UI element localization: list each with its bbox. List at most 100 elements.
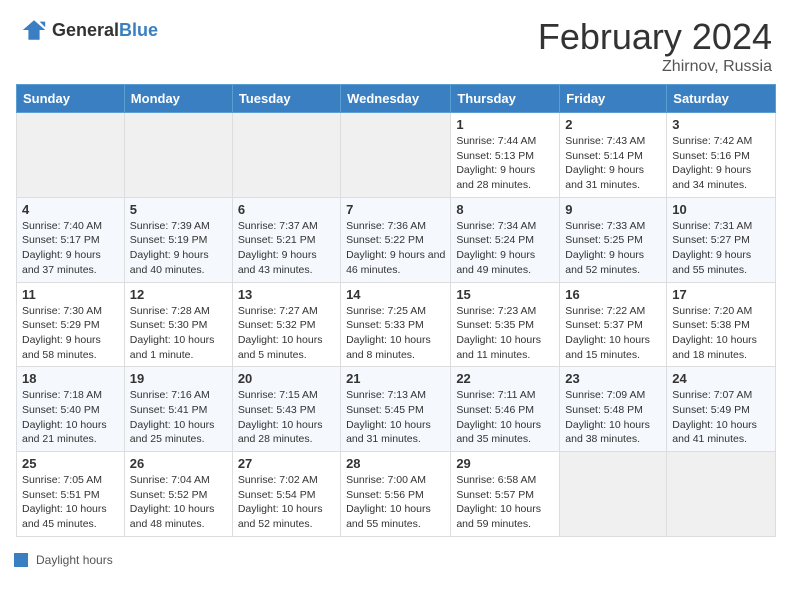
calendar-table: Sunday Monday Tuesday Wednesday Thursday… — [16, 84, 776, 537]
day-number: 12 — [130, 287, 227, 302]
logo-text: GeneralBlue — [52, 20, 158, 41]
day-info: Sunrise: 7:05 AM Sunset: 5:51 PM Dayligh… — [22, 473, 119, 532]
day-number: 15 — [456, 287, 554, 302]
calendar-week-row: 4 Sunrise: 7:40 AM Sunset: 5:17 PM Daylig… — [17, 197, 776, 282]
day-info: Sunrise: 7:30 AM Sunset: 5:29 PM Dayligh… — [22, 304, 119, 363]
calendar-cell: 20Sunrise: 7:15 AM Sunset: 5:43 PM Dayli… — [232, 367, 340, 452]
calendar-cell: 8Sunrise: 7:34 AM Sunset: 5:24 PM Daylig… — [451, 197, 560, 282]
title-block: February 2024 Zhirnov, Russia — [538, 16, 772, 76]
day-info: Sunrise: 7:27 AM Sunset: 5:32 PM Dayligh… — [238, 304, 335, 363]
day-number: 4 — [22, 202, 119, 217]
calendar-cell — [17, 113, 125, 198]
calendar-cell — [124, 113, 232, 198]
header-tuesday: Tuesday — [232, 85, 340, 113]
day-number: 16 — [565, 287, 661, 302]
calendar-week-row: 11 Sunrise: 7:30 AM Sunset: 5:29 PM Dayli… — [17, 282, 776, 367]
day-number: 21 — [346, 371, 445, 386]
day-info: Sunrise: 7:43 AM Sunset: 5:14 PM Dayligh… — [565, 134, 661, 193]
day-number: 11 — [22, 287, 119, 302]
calendar-cell: 14 Sunrise: 7:25 AM Sunset: 5:33 PM Dayli… — [341, 282, 451, 367]
day-info: Sunrise: 7:18 AM Sunset: 5:40 PM Dayligh… — [22, 388, 119, 447]
header-wednesday: Wednesday — [341, 85, 451, 113]
day-number: 13 — [238, 287, 335, 302]
day-number: 23 — [565, 371, 661, 386]
calendar-cell: 5Sunrise: 7:39 AM Sunset: 5:19 PM Daylig… — [124, 197, 232, 282]
day-number: 3 — [672, 117, 770, 132]
calendar-cell: 19 Sunrise: 7:16 AM Sunset: 5:41 PM Dayli… — [124, 367, 232, 452]
header-saturday: Saturday — [667, 85, 776, 113]
day-info: Sunrise: 7:22 AM Sunset: 5:37 PM Dayligh… — [565, 304, 661, 363]
day-number: 18 — [22, 371, 119, 386]
legend: Daylight hours — [0, 545, 792, 575]
calendar-cell: 7 Sunrise: 7:36 AM Sunset: 5:22 PM Daylig… — [341, 197, 451, 282]
day-number: 19 — [130, 371, 227, 386]
day-number: 26 — [130, 456, 227, 471]
calendar-cell: 22 Sunrise: 7:11 AM Sunset: 5:46 PM Dayli… — [451, 367, 560, 452]
calendar-cell: 18 Sunrise: 7:18 AM Sunset: 5:40 PM Dayli… — [17, 367, 125, 452]
day-info: Sunrise: 7:40 AM Sunset: 5:17 PM Dayligh… — [22, 219, 119, 278]
calendar-cell: 23 Sunrise: 7:09 AM Sunset: 5:48 PM Dayli… — [560, 367, 667, 452]
calendar-cell: 12 Sunrise: 7:28 AM Sunset: 5:30 PM Dayli… — [124, 282, 232, 367]
day-number: 27 — [238, 456, 335, 471]
calendar-cell: 3 Sunrise: 7:42 AM Sunset: 5:16 PM Daylig… — [667, 113, 776, 198]
header-sunday: Sunday — [17, 85, 125, 113]
day-info: Sunrise: 7:42 AM Sunset: 5:16 PM Dayligh… — [672, 134, 770, 193]
day-info: Sunrise: 7:07 AM Sunset: 5:49 PM Dayligh… — [672, 388, 770, 447]
calendar-cell: 1 Sunrise: 7:44 AM Sunset: 5:13 PM Daylig… — [451, 113, 560, 198]
day-info: Sunrise: 7:44 AM Sunset: 5:13 PM Dayligh… — [456, 134, 554, 193]
logo-icon — [20, 16, 48, 44]
day-info: Sunrise: 7:25 AM Sunset: 5:33 PM Dayligh… — [346, 304, 445, 363]
day-info: Sunrise: 7:15 AM Sunset: 5:43 PM Dayligh… — [238, 388, 335, 447]
day-number: 14 — [346, 287, 445, 302]
calendar-cell: 10Sunrise: 7:31 AM Sunset: 5:27 PM Dayli… — [667, 197, 776, 282]
page-title: February 2024 — [538, 16, 772, 58]
calendar-cell: 15 Sunrise: 7:23 AM Sunset: 5:35 PM Dayli… — [451, 282, 560, 367]
day-number: 22 — [456, 371, 554, 386]
day-number: 7 — [346, 202, 445, 217]
calendar-cell: 2 Sunrise: 7:43 AM Sunset: 5:14 PM Daylig… — [560, 113, 667, 198]
logo: GeneralBlue — [20, 16, 158, 44]
day-info: Sunrise: 7:13 AM Sunset: 5:45 PM Dayligh… — [346, 388, 445, 447]
day-number: 1 — [456, 117, 554, 132]
calendar-week-row: 18 Sunrise: 7:18 AM Sunset: 5:40 PM Dayli… — [17, 367, 776, 452]
day-number: 6 — [238, 202, 335, 217]
day-info: Sunrise: 7:11 AM Sunset: 5:46 PM Dayligh… — [456, 388, 554, 447]
day-number: 24 — [672, 371, 770, 386]
calendar-cell — [341, 113, 451, 198]
day-info: Sunrise: 7:09 AM Sunset: 5:48 PM Dayligh… — [565, 388, 661, 447]
day-info: Sunrise: 7:36 AM Sunset: 5:22 PM Dayligh… — [346, 219, 445, 278]
calendar-cell: 16 Sunrise: 7:22 AM Sunset: 5:37 PM Dayli… — [560, 282, 667, 367]
page-location: Zhirnov, Russia — [538, 58, 772, 76]
calendar-cell: 26 Sunrise: 7:04 AM Sunset: 5:52 PM Dayli… — [124, 452, 232, 537]
day-number: 8 — [456, 202, 554, 217]
day-info: Sunrise: 6:58 AM Sunset: 5:57 PM Dayligh… — [456, 473, 554, 532]
day-info: Sunrise: 7:28 AM Sunset: 5:30 PM Dayligh… — [130, 304, 227, 363]
day-number: 25 — [22, 456, 119, 471]
day-number: 29 — [456, 456, 554, 471]
calendar-cell: 24 Sunrise: 7:07 AM Sunset: 5:49 PM Dayli… — [667, 367, 776, 452]
calendar-cell: 6Sunrise: 7:37 AM Sunset: 5:21 PM Daylig… — [232, 197, 340, 282]
header-friday: Friday — [560, 85, 667, 113]
day-info: Sunrise: 7:23 AM Sunset: 5:35 PM Dayligh… — [456, 304, 554, 363]
logo-general: General — [52, 20, 119, 40]
calendar-header-row: Sunday Monday Tuesday Wednesday Thursday… — [17, 85, 776, 113]
calendar-week-row: 25 Sunrise: 7:05 AM Sunset: 5:51 PM Dayli… — [17, 452, 776, 537]
day-info: Sunrise: 7:20 AM Sunset: 5:38 PM Dayligh… — [672, 304, 770, 363]
calendar-cell: 25 Sunrise: 7:05 AM Sunset: 5:51 PM Dayli… — [17, 452, 125, 537]
header-monday: Monday — [124, 85, 232, 113]
day-info: Sunrise: 7:16 AM Sunset: 5:41 PM Dayligh… — [130, 388, 227, 447]
calendar-cell — [232, 113, 340, 198]
day-info: Sunrise: 7:04 AM Sunset: 5:52 PM Dayligh… — [130, 473, 227, 532]
day-number: 2 — [565, 117, 661, 132]
day-info: Sunrise: 7:33 AM Sunset: 5:25 PM Dayligh… — [565, 219, 661, 278]
day-info: Sunrise: 7:00 AM Sunset: 5:56 PM Dayligh… — [346, 473, 445, 532]
day-info: Sunrise: 7:02 AM Sunset: 5:54 PM Dayligh… — [238, 473, 335, 532]
page-header: GeneralBlue February 2024 Zhirnov, Russi… — [0, 0, 792, 84]
legend-label: Daylight hours — [36, 553, 113, 567]
day-number: 17 — [672, 287, 770, 302]
calendar-cell: 28Sunrise: 7:00 AM Sunset: 5:56 PM Dayli… — [341, 452, 451, 537]
calendar-cell: 21 Sunrise: 7:13 AM Sunset: 5:45 PM Dayli… — [341, 367, 451, 452]
calendar-cell — [667, 452, 776, 537]
calendar-week-row: 1 Sunrise: 7:44 AM Sunset: 5:13 PM Daylig… — [17, 113, 776, 198]
calendar-wrapper: Sunday Monday Tuesday Wednesday Thursday… — [0, 84, 792, 545]
